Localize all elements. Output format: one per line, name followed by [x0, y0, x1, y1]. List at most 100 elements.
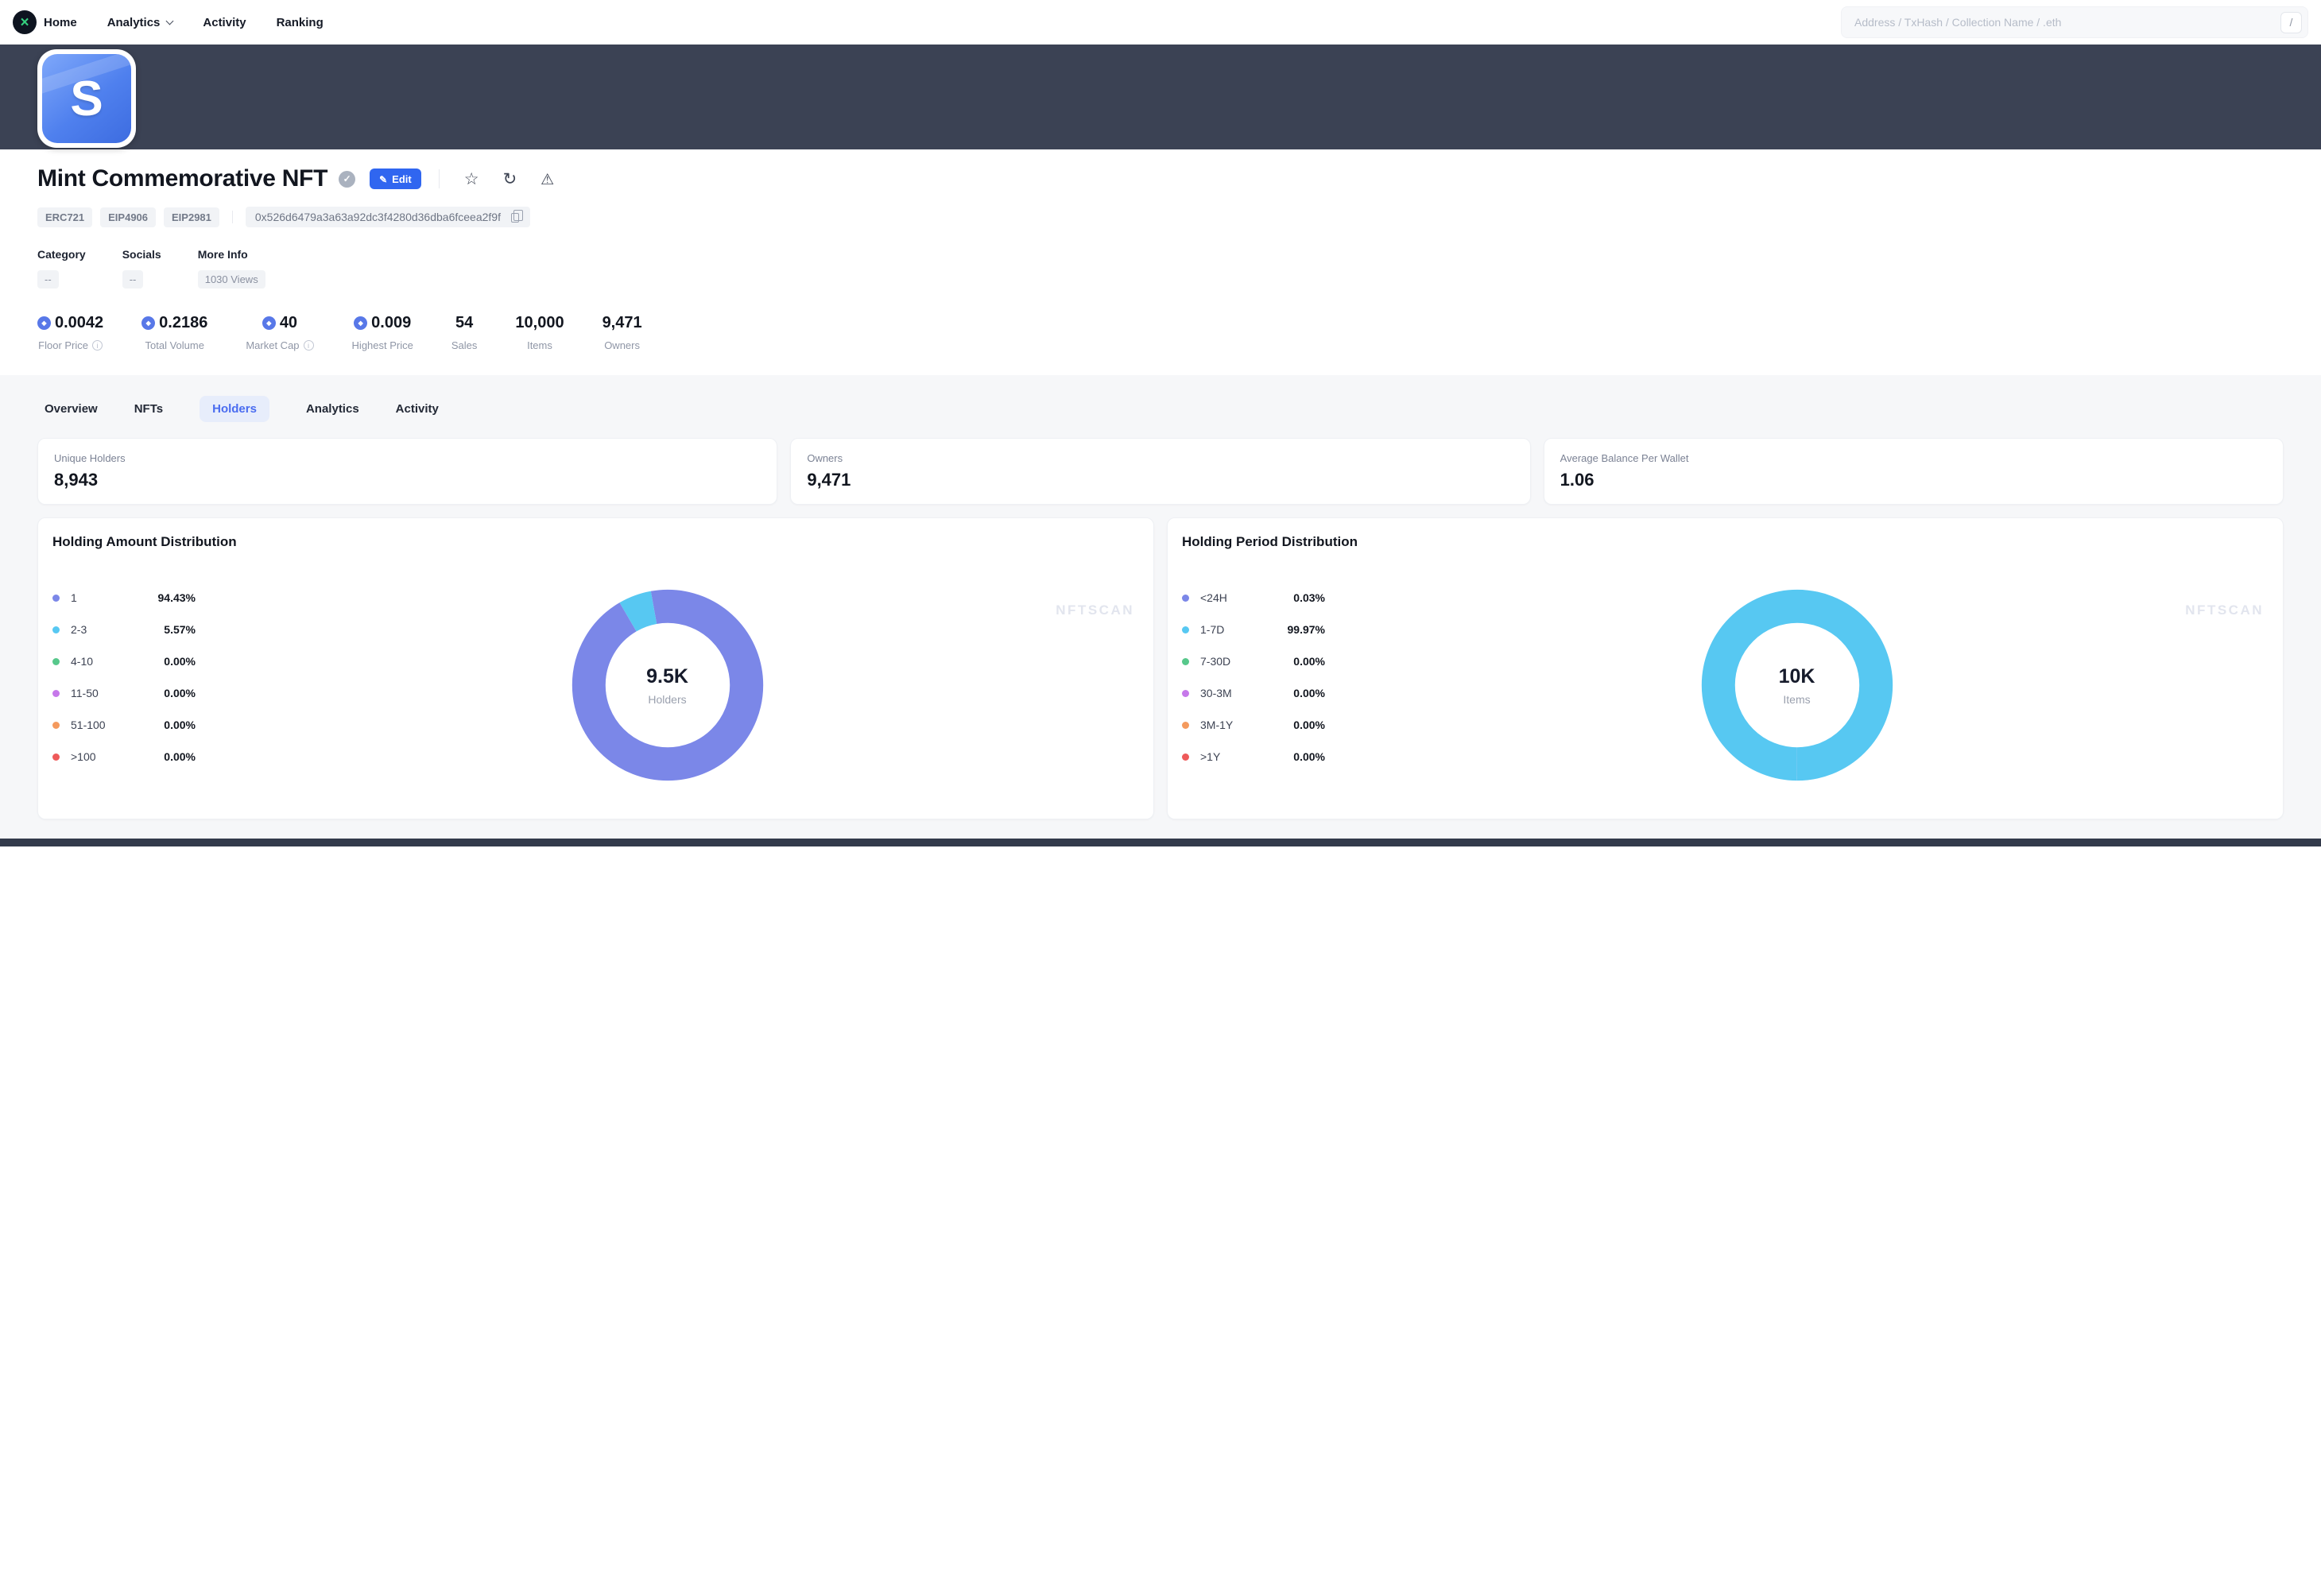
nav-home[interactable]: Home [13, 10, 77, 34]
legend-label: 1 [71, 591, 158, 604]
summary-cards: Unique Holders 8,943 Owners 9,471 Averag… [37, 438, 2284, 505]
legend-item: 30-3M 0.00% [1182, 687, 1325, 699]
socials-value: -- [122, 270, 144, 289]
nav-ranking[interactable]: Ranking [277, 16, 324, 29]
collection-banner [0, 45, 2321, 149]
nav-analytics-label: Analytics [107, 16, 161, 29]
legend-dot [1182, 722, 1189, 729]
socials-label: Socials [122, 248, 161, 261]
eth-icon [141, 316, 155, 330]
search-input[interactable] [1853, 15, 2280, 29]
card-value: 1.06 [1560, 470, 2267, 490]
collection-logo-image [42, 54, 131, 143]
legend-item: <24H 0.03% [1182, 591, 1325, 604]
card-label: Owners [807, 452, 1513, 464]
stat-value: 0.0042 [55, 314, 103, 332]
stat-value: 9,471 [603, 314, 642, 332]
donut-chart: 9.5K Holders [569, 587, 766, 784]
stat-value: 0.2186 [159, 314, 207, 332]
stat-value: 0.009 [371, 314, 411, 332]
legend-label: >100 [71, 750, 164, 763]
donut-center-value: 9.5K [646, 665, 688, 688]
verified-badge-icon [339, 171, 355, 188]
legend-dot [1182, 595, 1189, 602]
legend-item: 1-7D 99.97% [1182, 623, 1325, 636]
pencil-icon [379, 173, 387, 185]
stat-label: Highest Price [352, 339, 413, 351]
divider [439, 169, 440, 188]
edit-button-label: Edit [392, 173, 412, 185]
edit-button[interactable]: Edit [370, 169, 421, 189]
legend-item: 7-30D 0.00% [1182, 655, 1325, 668]
holding-amount-chart-card: Holding Amount Distribution NFTSCAN 1 94… [37, 517, 1154, 819]
legend-item: 11-50 0.00% [52, 687, 196, 699]
stat-floor-price: 0.0042 Floor Price [37, 314, 103, 351]
refresh-icon[interactable] [496, 169, 525, 189]
stat-total-volume: 0.2186 Total Volume [141, 314, 207, 351]
footer [0, 839, 2321, 846]
card-owners: Owners 9,471 [790, 438, 1530, 505]
donut-center-label: Holders [648, 693, 686, 706]
legend-dot [1182, 658, 1189, 665]
legend-percent: 0.00% [1293, 655, 1325, 668]
meta-row: Category -- Socials -- More Info 1030 Vi… [37, 248, 2284, 289]
holding-period-chart-card: Holding Period Distribution NFTSCAN <24H… [1167, 517, 2284, 819]
stat-market-cap: 40 Market Cap [246, 314, 313, 351]
collection-logo [37, 49, 136, 148]
collection-header: Mint Commemorative NFT Edit ERC721 EIP49… [0, 149, 2321, 375]
legend-label: 2-3 [71, 623, 164, 636]
legend-label: >1Y [1200, 750, 1293, 763]
info-icon [304, 340, 314, 351]
legend-dot [52, 722, 60, 729]
stat-label: Total Volume [145, 339, 204, 351]
stat-label: Owners [604, 339, 640, 351]
chart-legend: <24H 0.03% 1-7D 99.97% 7-30D 0.00% [1182, 591, 1325, 784]
chevron-down-icon [166, 17, 174, 25]
legend-item: 4-10 0.00% [52, 655, 196, 668]
card-label: Average Balance Per Wallet [1560, 452, 2267, 464]
favorite-star-icon[interactable] [457, 169, 486, 189]
main-content: Overview NFTs Holders Analytics Activity… [0, 375, 2321, 839]
tab-analytics[interactable]: Analytics [306, 402, 359, 416]
stat-label: Sales [451, 339, 478, 351]
report-warning-icon[interactable] [533, 169, 561, 189]
tab-activity[interactable]: Activity [396, 402, 439, 416]
legend-label: 3M-1Y [1200, 719, 1293, 731]
top-nav: Home Analytics Activity Ranking / [0, 0, 2321, 45]
chart-title: Holding Period Distribution [1182, 534, 2269, 550]
legend-item: 2-3 5.57% [52, 623, 196, 636]
legend-dot [52, 658, 60, 665]
nav-analytics[interactable]: Analytics [107, 16, 173, 29]
meta-more-info: More Info 1030 Views [198, 248, 265, 289]
meta-category: Category -- [37, 248, 86, 289]
copy-icon[interactable] [511, 213, 519, 223]
title-row: Mint Commemorative NFT Edit [37, 165, 2284, 192]
legend-label: 51-100 [71, 719, 164, 731]
nftscan-logo-icon [13, 10, 37, 34]
legend-percent: 0.00% [1293, 750, 1325, 763]
divider [232, 211, 233, 223]
tab-nfts[interactable]: NFTs [134, 402, 163, 416]
legend-percent: 0.00% [164, 719, 196, 731]
chart-legend: 1 94.43% 2-3 5.57% 4-10 0.00% [52, 591, 196, 784]
page-title: Mint Commemorative NFT [37, 165, 327, 192]
nftscan-watermark: NFTSCAN [1056, 602, 1134, 618]
legend-label: 4-10 [71, 655, 164, 668]
nav-activity[interactable]: Activity [203, 16, 246, 29]
more-info-label: More Info [198, 248, 265, 261]
tab-bar: Overview NFTs Holders Analytics Activity [37, 375, 2284, 422]
standards-row: ERC721 EIP4906 EIP2981 0x526d6479a3a63a9… [37, 207, 2284, 227]
legend-label: 1-7D [1200, 623, 1288, 636]
nav-links: Home Analytics Activity Ranking [13, 10, 324, 34]
tab-overview[interactable]: Overview [45, 402, 98, 416]
nftscan-watermark: NFTSCAN [2185, 602, 2264, 618]
legend-percent: 94.43% [158, 591, 196, 604]
nav-home-label: Home [44, 16, 77, 29]
legend-label: 11-50 [71, 687, 164, 699]
tab-holders[interactable]: Holders [200, 396, 269, 422]
donut-center-value: 10K [1779, 665, 1815, 688]
legend-label: 7-30D [1200, 655, 1293, 668]
legend-dot [1182, 690, 1189, 697]
legend-percent: 0.00% [1293, 687, 1325, 699]
donut-center: 10K Items [1699, 587, 1896, 784]
